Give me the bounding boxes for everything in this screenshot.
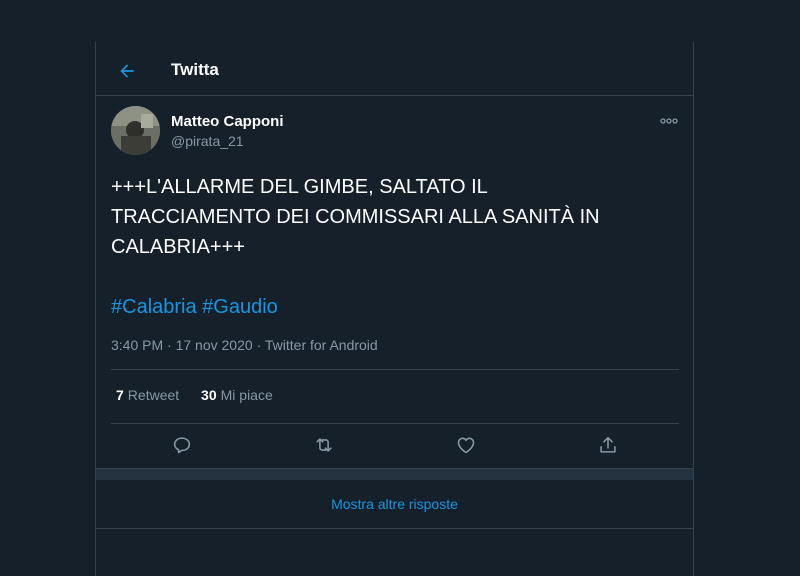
tweet-source[interactable]: Twitter for Android — [265, 337, 378, 353]
tweet-text: +++L'ALLARME DEL GIMBE, SALTATO IL TRACC… — [111, 172, 681, 262]
like-button[interactable] — [454, 433, 478, 457]
tweet-time[interactable]: 3:40 PM — [111, 337, 163, 353]
divider — [111, 369, 679, 370]
retweet-button[interactable] — [312, 433, 336, 457]
reply-button[interactable] — [170, 433, 194, 457]
back-button[interactable] — [114, 58, 140, 84]
tweet-date[interactable]: 17 nov 2020 — [176, 337, 253, 353]
tweet-stats: 7 Retweet 30 Mi piace — [116, 387, 291, 403]
hashtag-link[interactable]: #Gaudio — [202, 296, 278, 318]
meta-separator: · — [167, 337, 172, 353]
meta-separator: · — [256, 337, 262, 353]
more-dots-icon — [659, 114, 679, 128]
likes-count: 30 — [201, 387, 217, 403]
retweets-label: Retweet — [127, 387, 180, 403]
tweet-text-line: CALABRIA+++ — [111, 236, 245, 258]
hashtag-link[interactable]: #Calabria — [111, 296, 197, 318]
likes-label: Mi piace — [220, 387, 273, 403]
tweet-text-line: +++L'ALLARME DEL GIMBE, SALTATO IL — [111, 176, 488, 198]
reply-icon — [171, 434, 193, 456]
conversation-column: Twitta Matteo Capponi @pirata_21 +++L'AL… — [95, 42, 694, 576]
author-name[interactable]: Matteo Capponi — [171, 113, 284, 130]
share-button[interactable] — [596, 433, 620, 457]
arrow-left-icon — [117, 61, 137, 81]
divider — [111, 423, 679, 424]
retweets-stat[interactable]: 7 Retweet — [116, 387, 183, 403]
show-more-replies-button[interactable]: Mostra altre risposte — [96, 480, 693, 529]
like-icon — [455, 434, 477, 456]
more-options-button[interactable] — [659, 114, 679, 128]
avatar[interactable] — [111, 106, 160, 155]
page-header: Twitta — [96, 42, 693, 96]
author-handle[interactable]: @pirata_21 — [171, 133, 244, 149]
share-icon — [597, 434, 619, 456]
hashtags: #Calabria #Gaudio — [111, 292, 278, 322]
likes-stat[interactable]: 30 Mi piace — [201, 387, 273, 403]
tweet-meta: 3:40 PM · 17 nov 2020 · Twitter for Andr… — [111, 337, 378, 353]
retweet-icon — [312, 434, 336, 456]
tweet-text-line: TRACCIAMENTO DEI COMMISSARI ALLA SANITÀ … — [111, 206, 600, 228]
page-title: Twitta — [171, 60, 219, 79]
section-separator — [96, 468, 693, 480]
retweets-count: 7 — [116, 387, 124, 403]
